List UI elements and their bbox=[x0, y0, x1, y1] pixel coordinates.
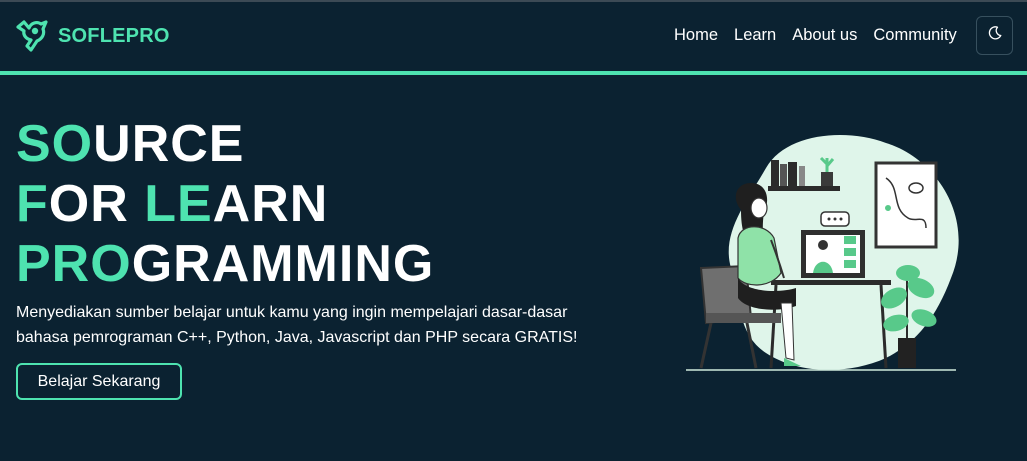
nav-community[interactable]: Community bbox=[873, 26, 956, 45]
hero-title-line-2: FOR LEARN bbox=[16, 175, 329, 233]
soflepro-logo-icon bbox=[15, 20, 49, 52]
brand-name: SOFLEPRO bbox=[58, 24, 170, 47]
moon-icon bbox=[987, 25, 1003, 46]
hero-title-line-3: PROGRAMMING bbox=[16, 235, 435, 293]
navbar: SOFLEPRO Home Learn About us Community bbox=[0, 2, 1027, 71]
hero-illustration bbox=[676, 128, 966, 378]
navbar-accent-line bbox=[0, 71, 1027, 75]
brand[interactable]: SOFLEPRO bbox=[15, 20, 170, 52]
hero-description: Menyediakan sumber belajar untuk kamu ya… bbox=[16, 304, 578, 346]
nav-learn[interactable]: Learn bbox=[734, 26, 776, 45]
hero-title-line-1: SOURCE bbox=[16, 115, 245, 173]
hero-title: SOURCE FOR LEARN PROGRAMMING bbox=[16, 114, 434, 294]
belajar-sekarang-button[interactable]: Belajar Sekarang bbox=[16, 363, 182, 400]
nav-about-us[interactable]: About us bbox=[792, 26, 857, 45]
theme-toggle-button[interactable] bbox=[976, 16, 1013, 55]
nav-home[interactable]: Home bbox=[674, 26, 718, 45]
main-nav: Home Learn About us Community bbox=[674, 26, 973, 45]
